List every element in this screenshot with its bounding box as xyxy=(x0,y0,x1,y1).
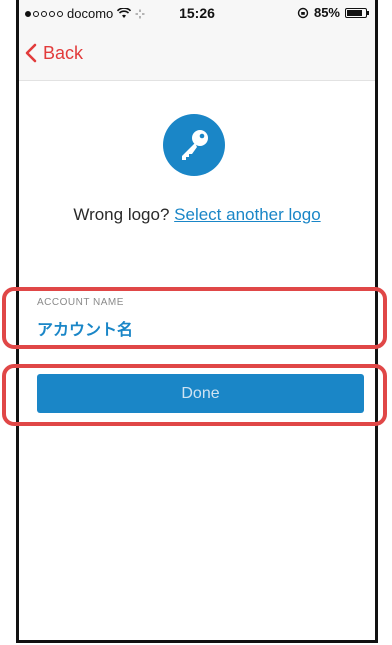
key-glyph xyxy=(182,130,208,160)
highlight-account-field xyxy=(2,287,387,349)
status-right: 85% xyxy=(297,5,369,20)
select-another-logo-link[interactable]: Select another logo xyxy=(174,205,321,224)
chevron-left-icon xyxy=(25,43,37,63)
wrong-logo-row: Wrong logo? Select another logo xyxy=(19,205,375,225)
wrong-logo-text: Wrong logo? xyxy=(73,205,170,224)
key-icon xyxy=(163,114,225,176)
navigation-bar: Back xyxy=(19,28,375,81)
battery-icon xyxy=(345,7,369,18)
back-button[interactable]: Back xyxy=(25,38,83,68)
highlight-done-button xyxy=(2,364,387,426)
battery-percent: 85% xyxy=(313,5,340,20)
status-bar: docomo 15:26 85% xyxy=(19,0,375,28)
battery-fill xyxy=(347,9,363,16)
rotation-lock-icon xyxy=(297,7,309,18)
back-label: Back xyxy=(43,42,84,63)
